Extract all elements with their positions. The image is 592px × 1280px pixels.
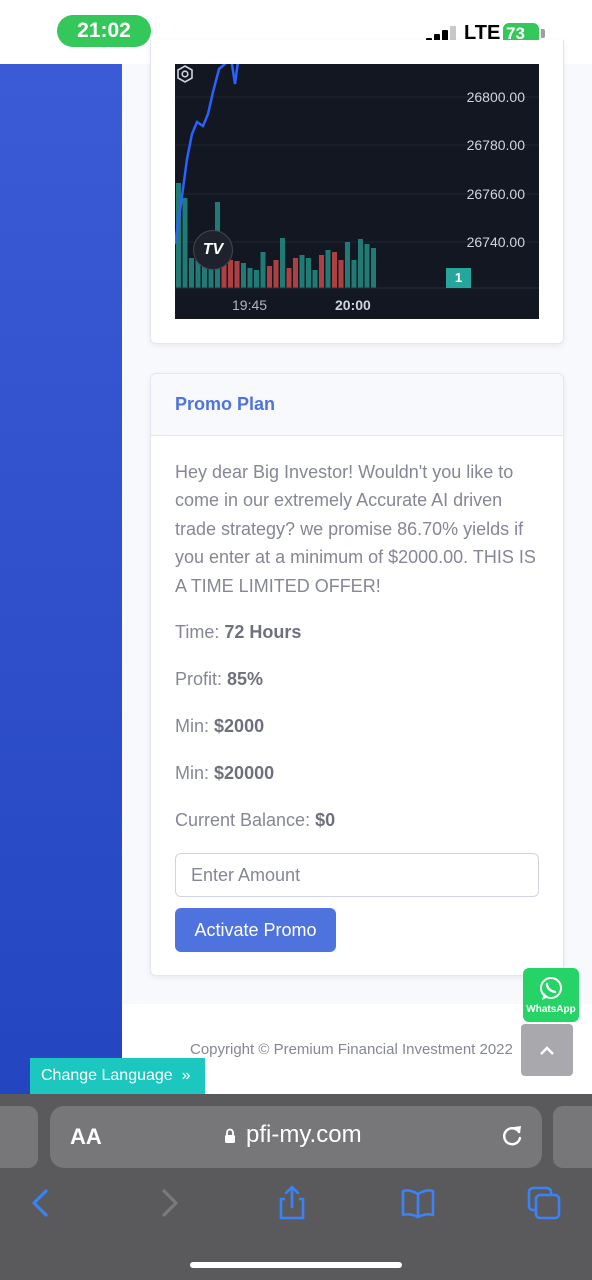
volume-bar: [189, 258, 194, 288]
share-icon[interactable]: [274, 1185, 310, 1221]
volume-bar: [293, 258, 298, 288]
volume-bar: [241, 263, 246, 288]
sidebar: [0, 64, 122, 1094]
volume-badge: 1: [446, 268, 471, 288]
text-size-button[interactable]: AA: [70, 1124, 102, 1150]
price-label: 26780.00: [466, 137, 525, 153]
balance-value: $0: [315, 810, 336, 830]
copyright-text: Copyright © Premium Financial Investment…: [190, 1041, 513, 1058]
promo-min-row: Min: $2000: [175, 716, 264, 737]
url-domain[interactable]: pfi-my.com: [246, 1121, 362, 1149]
time-value: 72 Hours: [224, 622, 302, 642]
volume-bar: [332, 252, 337, 288]
whatsapp-label: WhatsApp: [526, 1004, 576, 1015]
volume-bar: [286, 268, 292, 288]
volume-bar: [312, 270, 318, 288]
home-indicator: [190, 1262, 402, 1268]
volume-bar: [351, 260, 357, 288]
bookmarks-icon[interactable]: [400, 1185, 436, 1221]
whatsapp-icon: [540, 977, 562, 1000]
next-tab-preview[interactable]: [553, 1106, 592, 1168]
volume-bar: [299, 255, 305, 288]
back-icon[interactable]: [24, 1185, 60, 1221]
promo-title: Promo Plan: [175, 394, 276, 414]
change-language-label: Change Language: [41, 1067, 173, 1084]
volume-bar: [260, 252, 266, 288]
promo-time-row: Time: 72 Hours: [175, 622, 301, 643]
volume-bar: [228, 260, 233, 288]
volume-bar: [325, 250, 331, 288]
price-label: 26800.00: [466, 89, 525, 105]
volume-bar: [371, 248, 376, 288]
balance-label: Current Balance:: [175, 810, 311, 830]
volume-bar: [273, 260, 279, 288]
forward-icon[interactable]: [150, 1185, 186, 1221]
lock-icon: [225, 1128, 235, 1143]
promo-header: Promo Plan: [151, 374, 563, 436]
chevron-up-icon: [540, 1046, 554, 1055]
promo-max-row: Min: $20000: [175, 763, 274, 784]
volume-bar: [247, 268, 253, 288]
settings-icon[interactable]: [175, 64, 195, 84]
volume-bar: [280, 238, 285, 288]
activate-promo-button[interactable]: Activate Promo: [175, 908, 336, 952]
volume-bar: [358, 239, 363, 288]
volume-bar: [182, 198, 188, 288]
tabs-icon[interactable]: [526, 1185, 562, 1221]
promo-profit-row: Profit: 85%: [175, 669, 263, 690]
volume-bar: [364, 244, 370, 288]
reload-icon[interactable]: [500, 1124, 524, 1150]
double-chevron-right-icon: »: [177, 1067, 191, 1084]
price-chart[interactable]: 26800.00 26780.00 26760.00 26740.00 19:4…: [175, 64, 539, 319]
previous-tab-preview[interactable]: [0, 1106, 38, 1168]
volume-bar: [306, 258, 311, 288]
volume-bar: [319, 255, 324, 288]
price-label: 26760.00: [466, 186, 525, 202]
promo-card: Promo Plan Hey dear Big Investor! Wouldn…: [150, 373, 564, 976]
amount-input[interactable]: [175, 853, 539, 897]
status-time: 21:02: [57, 15, 151, 47]
time-label: 20:00: [335, 297, 371, 313]
profit-label: Profit:: [175, 669, 223, 689]
change-language-button[interactable]: Change Language »: [30, 1058, 205, 1094]
price-label: 26740.00: [466, 234, 525, 250]
volume-bar: [267, 266, 272, 288]
scroll-to-top-button[interactable]: [521, 1024, 573, 1076]
volume-bar: [338, 260, 344, 288]
grid-lines: [175, 96, 539, 243]
volume-bar: [234, 261, 240, 288]
promo-description: Hey dear Big Investor! Wouldn't you like…: [175, 462, 536, 596]
promo-balance-row: Current Balance: $0: [175, 810, 335, 831]
min-label: Min:: [175, 716, 210, 736]
battery-tip: [541, 29, 545, 38]
volume-bar: [254, 270, 259, 288]
time-label: 19:45: [232, 297, 268, 313]
whatsapp-button[interactable]: WhatsApp: [523, 968, 579, 1022]
volume-bar: [345, 242, 350, 288]
max-value: $20000: [214, 763, 275, 783]
time-label: Time:: [175, 622, 220, 642]
tradingview-logo[interactable]: TV: [193, 230, 233, 270]
profit-value: 85%: [227, 669, 264, 689]
min-value: $2000: [214, 716, 265, 736]
max-label: Min:: [175, 763, 210, 783]
